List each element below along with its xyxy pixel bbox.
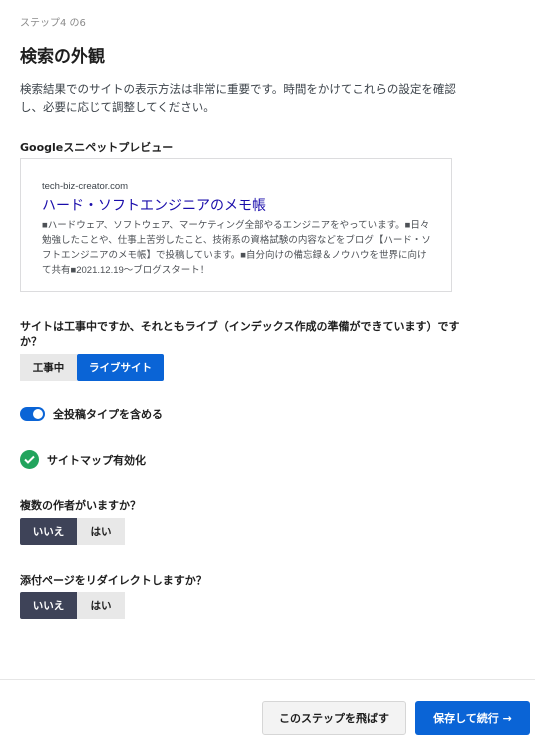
snippet-preview-label: Googleスニペットプレビュー (20, 141, 174, 154)
switch-knob (33, 409, 43, 419)
under-construction-button[interactable]: 工事中 (20, 354, 77, 381)
page-title: 検索の外観 (20, 47, 105, 67)
attachment-redirect-yes-button[interactable]: はい (77, 592, 125, 619)
snippet-title: ハード・ソフトエンジニアのメモ帳 (42, 197, 266, 213)
site-status-toggle: 工事中 ライブサイト (20, 354, 164, 381)
checkmark-icon[interactable] (20, 450, 39, 469)
save-continue-button[interactable]: 保存して続行 → (415, 701, 530, 735)
footer-divider (0, 679, 535, 680)
include-post-types-label: 全投稿タイプを含める (53, 408, 163, 421)
step-indicator: ステップ4 の6 (20, 18, 86, 29)
attachment-redirect-toggle: いいえ はい (20, 592, 125, 619)
site-status-question: サイトは工事中ですか、それともライブ（インデックス作成の準備ができています）です… (20, 320, 460, 348)
attachment-redirect-question: 添付ページをリダイレクトしますか？ (20, 574, 207, 587)
skip-step-button[interactable]: このステップを飛ばす (262, 701, 406, 735)
snippet-url: tech-biz-creator.com (42, 181, 129, 192)
sitemap-label: サイトマップ有効化 (47, 453, 146, 467)
sitemap-row: サイトマップ有効化 (20, 450, 146, 469)
multiple-authors-question: 複数の作者がいますか？ (20, 499, 141, 512)
snippet-description: ■ハードウェア、ソフトウェア、マーケティング全部やるエンジニアをやっています。■… (42, 220, 431, 276)
live-site-button[interactable]: ライブサイト (77, 354, 164, 381)
include-post-types-switch[interactable] (20, 407, 45, 421)
attachment-redirect-no-button[interactable]: いいえ (20, 592, 77, 619)
snippet-preview: tech-biz-creator.com ハード・ソフトエンジニアのメモ帳 ■ハ… (20, 158, 452, 292)
multiple-authors-yes-button[interactable]: はい (77, 518, 125, 545)
multiple-authors-toggle: いいえ はい (20, 518, 125, 545)
include-post-types-row: 全投稿タイプを含める (20, 406, 163, 422)
page-description: 検索結果でのサイトの表示方法は非常に重要です。時間をかけてこれらの設定を確認し、… (20, 82, 456, 114)
multiple-authors-no-button[interactable]: いいえ (20, 518, 77, 545)
